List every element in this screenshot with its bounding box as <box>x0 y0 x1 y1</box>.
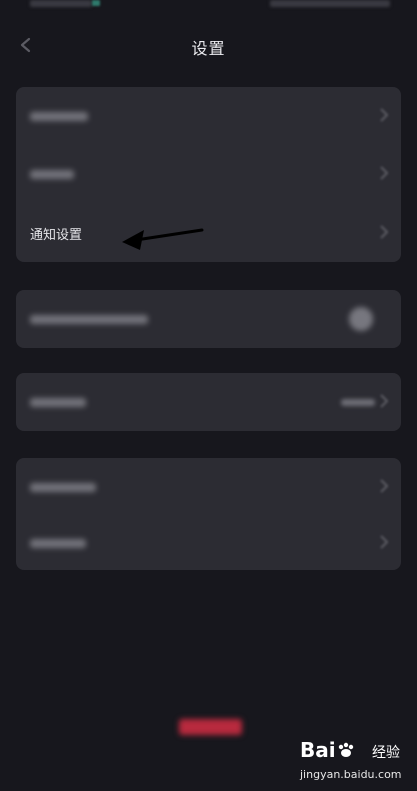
chevron-right-icon <box>379 107 389 123</box>
settings-group-4 <box>16 458 401 570</box>
row-label-blurred <box>30 483 96 492</box>
pointer-arrow-icon <box>118 218 208 254</box>
watermark-url: jingyan.baidu.com <box>300 768 402 781</box>
notification-settings-label: 通知设置 <box>30 228 83 243</box>
settings-group-1: 通知设置 <box>16 87 401 262</box>
chevron-right-icon <box>379 534 389 550</box>
paw-icon <box>336 739 356 757</box>
watermark-logo: Bai <box>300 738 356 762</box>
settings-row-2[interactable] <box>16 145 401 203</box>
chevron-right-icon <box>379 393 389 409</box>
settings-group-3 <box>16 373 401 431</box>
settings-row-value[interactable] <box>16 373 401 431</box>
settings-row-4b[interactable] <box>16 514 401 572</box>
row-label-blurred <box>30 170 74 179</box>
chevron-right-icon <box>379 165 389 181</box>
settings-row-notifications[interactable]: 通知设置 <box>16 204 401 262</box>
chevron-right-icon <box>379 224 389 240</box>
row-label-blurred <box>30 398 86 407</box>
row-value-blurred <box>341 399 375 406</box>
header: 设置 <box>0 28 417 64</box>
toggle-switch[interactable] <box>349 307 373 331</box>
logout-button[interactable] <box>179 719 242 735</box>
status-time-blurred <box>30 0 92 7</box>
baidu-jingyan-watermark: Bai 经验 jingyan.baidu.com <box>300 738 415 790</box>
watermark-brand-b: 经验 <box>372 745 400 761</box>
row-label-blurred <box>30 315 148 324</box>
chevron-right-icon <box>379 478 389 494</box>
status-bar <box>0 0 417 14</box>
status-indicator <box>92 0 100 6</box>
settings-group-2 <box>16 290 401 348</box>
row-label-blurred <box>30 539 86 548</box>
page-title: 设置 <box>191 39 226 58</box>
settings-row-toggle[interactable] <box>16 290 401 348</box>
watermark-brand-a: Bai <box>300 738 336 762</box>
status-icons-blurred <box>270 0 390 7</box>
settings-row-1[interactable] <box>16 87 401 145</box>
row-label-blurred <box>30 112 88 121</box>
settings-row-4a[interactable] <box>16 458 401 516</box>
